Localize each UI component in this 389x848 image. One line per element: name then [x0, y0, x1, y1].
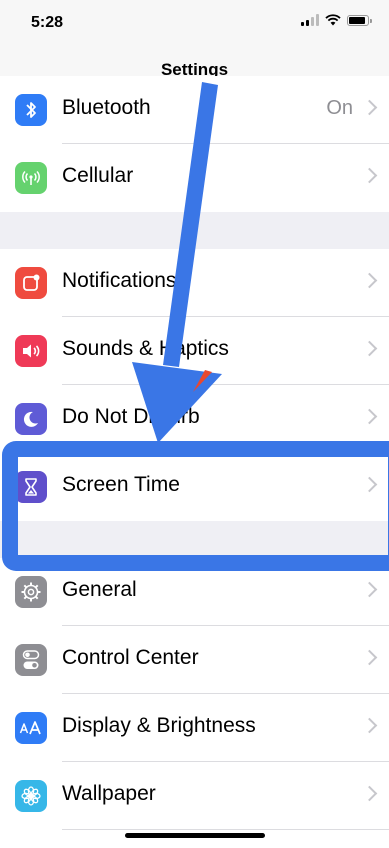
settings-screen: 5:28 Settings Bluetooth On Cellular Noti…	[0, 0, 389, 848]
annotation-arrow-icon	[132, 82, 222, 443]
